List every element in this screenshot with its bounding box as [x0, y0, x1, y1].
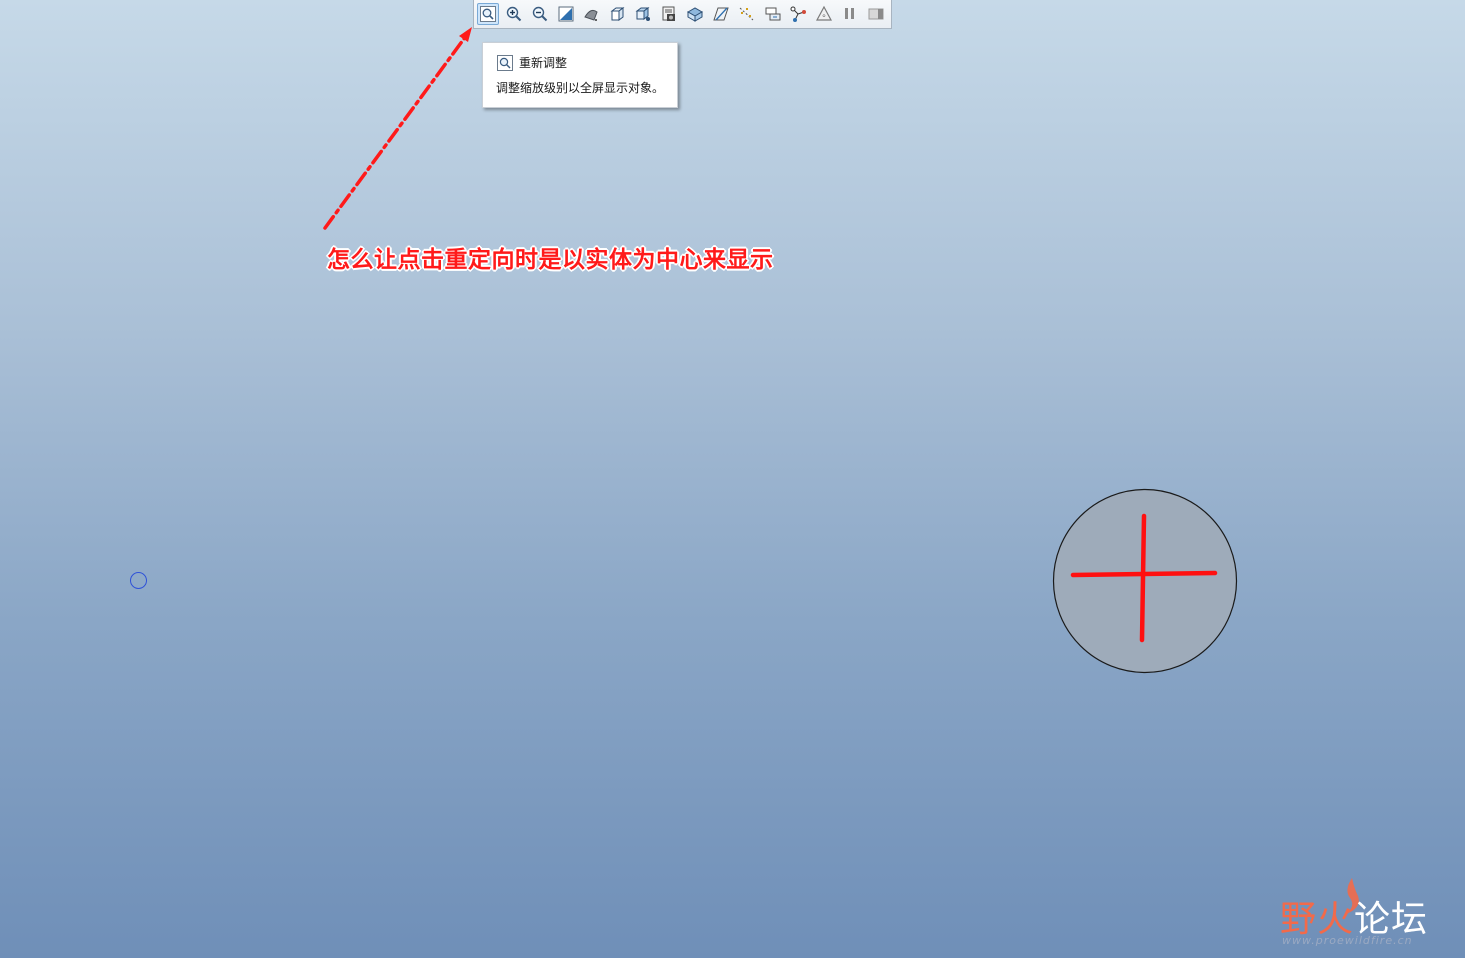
zoom-in-button[interactable]	[503, 3, 525, 25]
model-cross-vertical	[1139, 513, 1147, 643]
watermark-url: www.proewildfire.cn	[1282, 934, 1413, 947]
perspective-button[interactable]	[658, 3, 680, 25]
model-cross-horizontal	[1070, 570, 1218, 578]
datum-point-icon	[765, 7, 781, 21]
zoom-out-button[interactable]	[529, 3, 551, 25]
saved-orientations-button[interactable]	[606, 3, 628, 25]
regenerate-button[interactable]	[865, 3, 887, 25]
forum-watermark: 野火论坛 www.proewildfire.cn	[1276, 876, 1456, 951]
saved-views-icon	[610, 7, 625, 21]
annotation-question: 怎么让点击重定向时是以实体为中心来显示	[327, 247, 774, 273]
tooltip-description: 调整缩放级别以全屏显示对象。	[496, 81, 665, 95]
tooltip: 重新调整 调整缩放级别以全屏显示对象。	[482, 42, 678, 108]
datum-axes-button[interactable]	[736, 3, 758, 25]
view-manager-button[interactable]	[632, 3, 654, 25]
section-button[interactable]	[684, 3, 706, 25]
datum-planes-button[interactable]	[710, 3, 732, 25]
zoom-out-icon	[532, 6, 547, 22]
display-style-button[interactable]	[581, 3, 603, 25]
view-manager-icon	[635, 7, 651, 21]
section-icon	[686, 7, 703, 22]
annotation-arrow	[323, 27, 472, 230]
tooltip-title: 重新调整	[519, 56, 568, 70]
annotation-icon: ⚬	[816, 5, 833, 21]
csys-button[interactable]	[788, 3, 810, 25]
datum-plane-icon	[713, 7, 729, 21]
svg-text:⚬: ⚬	[821, 12, 828, 21]
shading-style-icon	[584, 9, 599, 21]
repaint-button[interactable]	[555, 3, 577, 25]
annotations-button[interactable]: ⚬	[813, 3, 835, 25]
refit-zoom-icon	[497, 55, 513, 71]
regenerate-icon	[868, 8, 884, 20]
pause-button[interactable]	[839, 3, 861, 25]
refit-button[interactable]	[477, 3, 499, 25]
datum-points-button[interactable]	[762, 3, 784, 25]
pause-icon	[845, 8, 855, 19]
datum-axis-icon	[739, 7, 754, 21]
spin-center-marker	[130, 572, 147, 589]
coordinate-system-icon	[790, 6, 807, 22]
solid-model[interactable]	[1045, 482, 1245, 682]
view-toolbar: ⚬	[473, 0, 892, 29]
graphics-window[interactable]: ⚬ 重新调整 调整缩放级别以全屏显示对象。 怎么让点击重定向时是以实体为中心来显…	[0, 0, 1465, 958]
zoom-in-icon	[506, 6, 522, 22]
refit-zoom-icon	[479, 6, 496, 22]
perspective-icon	[662, 6, 676, 21]
repaint-icon	[558, 6, 574, 22]
